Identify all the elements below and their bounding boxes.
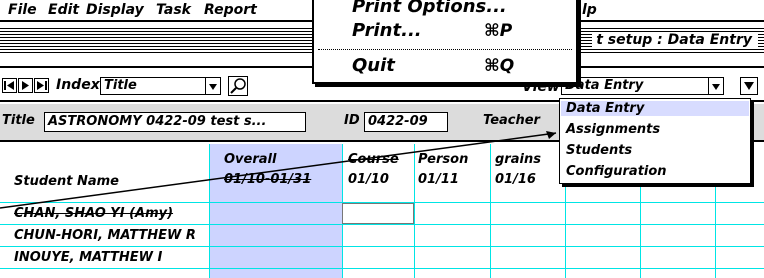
view-option-assignments[interactable]: Assignments (566, 122, 660, 137)
file-menu-dropdown: Print Options... Print... ⌘P Quit ⌘Q (312, 0, 578, 84)
print-shortcut: ⌘P (484, 21, 513, 41)
menu-item-print-options[interactable]: Print Options... (352, 0, 507, 17)
view-option-configuration[interactable]: Configuration (566, 164, 667, 179)
menu-separator (318, 49, 572, 50)
view-option-data-entry[interactable]: Data Entry (561, 101, 749, 116)
quit-shortcut: ⌘Q (484, 56, 515, 76)
view-option-students[interactable]: Students (566, 143, 632, 158)
menu-item-quit[interactable]: Quit (352, 55, 395, 76)
view-options-list: Data Entry Assignments Students Configur… (559, 98, 751, 184)
menu-item-print[interactable]: Print... (352, 20, 422, 41)
